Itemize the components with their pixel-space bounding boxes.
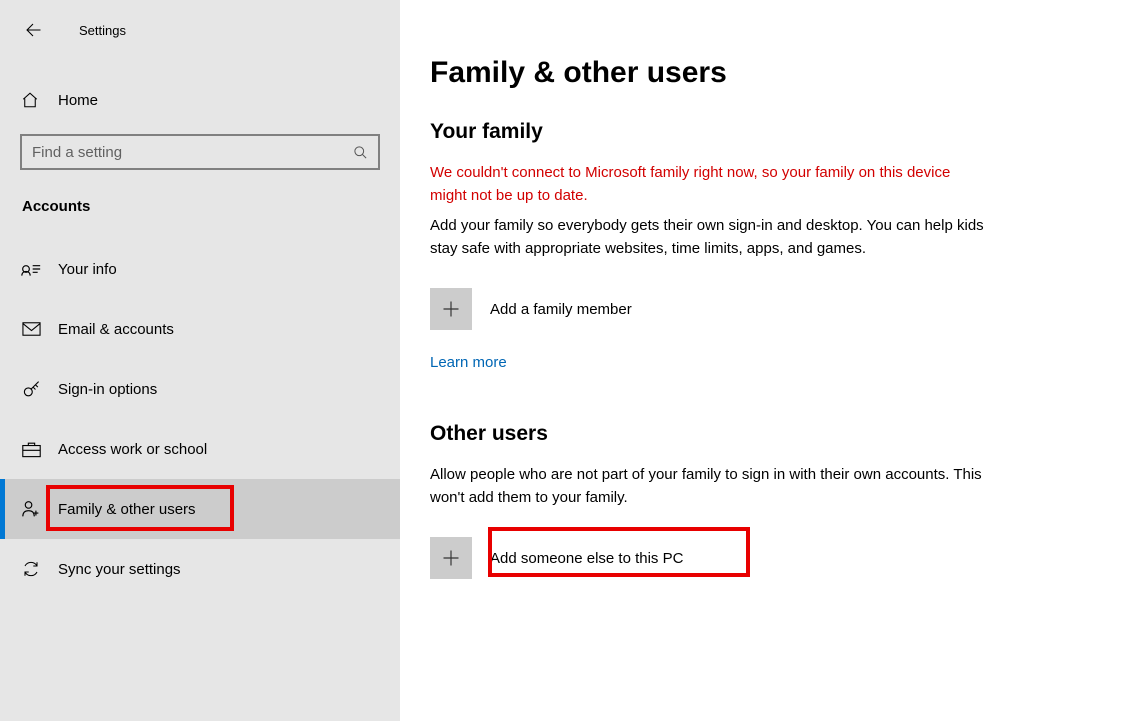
arrow-left-icon [24,21,42,39]
family-error-text: We couldn't connect to Microsoft family … [430,162,990,207]
add-family-member-button[interactable]: Add a family member [430,288,1028,330]
nav-home-label: Home [58,92,98,109]
family-description: Add your family so everybody gets their … [430,215,990,260]
plus-icon [441,299,461,319]
other-users-heading: Other users [430,422,1028,446]
plus-box [430,537,472,579]
sidebar-item-access-work-school[interactable]: Access work or school [0,419,400,479]
add-other-label: Add someone else to this PC [490,550,683,567]
topbar: Settings [0,10,400,50]
other-users-section: Other users Allow people who are not par… [430,422,1028,579]
add-other-user-button[interactable]: Add someone else to this PC [430,537,1028,579]
sidebar: Settings Home Accounts Your info Email & [0,0,400,721]
search-box[interactable] [20,134,380,170]
sidebar-item-label: Your info [58,261,117,278]
nav-list: Your info Email & accounts Sign-in optio… [0,239,400,599]
sidebar-item-label: Sign-in options [58,381,157,398]
briefcase-icon [20,441,42,458]
sidebar-item-sync-settings[interactable]: Sync your settings [0,539,400,599]
mail-icon [20,322,42,336]
main-content: Family & other users Your family We coul… [400,0,1128,721]
plus-box [430,288,472,330]
page-title: Family & other users [430,56,1028,90]
user-card-icon [20,261,42,277]
search-container [20,134,380,170]
plus-icon [441,548,461,568]
sidebar-item-label: Email & accounts [58,321,174,338]
window-title: Settings [79,23,126,38]
user-plus-icon [20,500,42,518]
sidebar-item-label: Sync your settings [58,561,181,578]
sidebar-item-family-other-users[interactable]: Family & other users [0,479,400,539]
learn-more-link[interactable]: Learn more [430,354,507,371]
key-icon [20,380,42,399]
sidebar-item-label: Family & other users [58,501,196,518]
sidebar-item-email-accounts[interactable]: Email & accounts [0,299,400,359]
other-users-description: Allow people who are not part of your fa… [430,464,990,509]
family-section-heading: Your family [430,120,1028,144]
sidebar-section-header: Accounts [22,198,400,215]
sidebar-item-label: Access work or school [58,441,207,458]
search-input[interactable] [32,144,352,161]
back-button[interactable] [22,19,44,41]
sidebar-item-signin-options[interactable]: Sign-in options [0,359,400,419]
add-family-label: Add a family member [490,301,632,318]
sync-icon [20,560,42,578]
nav-home[interactable]: Home [0,78,400,122]
home-icon [20,91,40,109]
search-icon [352,144,368,160]
sidebar-item-your-info[interactable]: Your info [0,239,400,299]
